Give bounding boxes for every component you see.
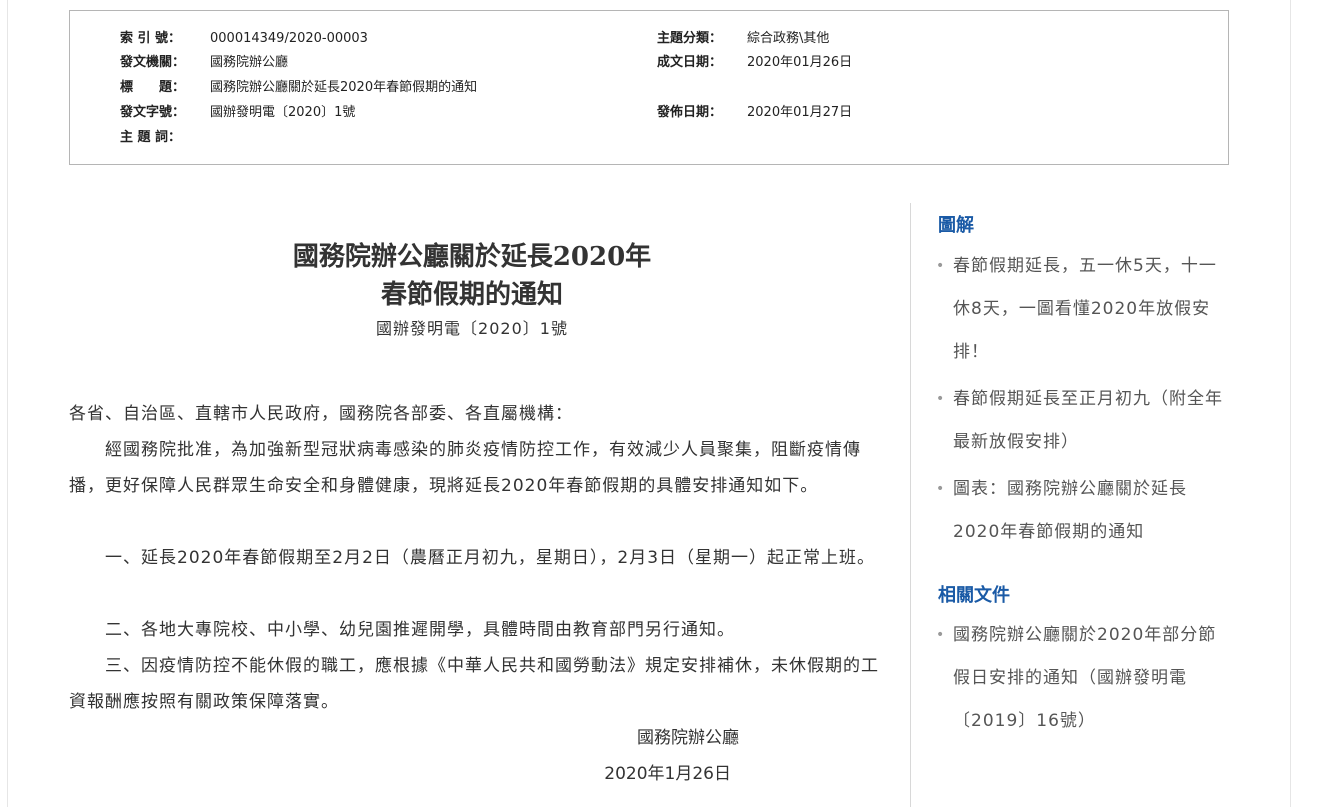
sidebar-link-label: 春節假期延長至正月初九（附全年最新放假安排） [953,389,1223,452]
sidebar-link-infographic-2[interactable]: • 春節假期延長至正月初九（附全年最新放假安排） [936,378,1228,464]
meta-label-written-date: 成文日期： [657,55,723,70]
meta-value-written-date: 2020年01月26日 [747,55,853,70]
article-doc-number: 國辦發明電〔2020〕1號 [376,319,568,338]
article-title-line-1: 國務院辦公廳關於延長2020年 [292,242,652,272]
document-metadata-box: 索 引 號： 000014349/2020-00003 發文機關： 國務院辦公廳 標… [69,10,1229,165]
salutation: 各省、自治區、直轄市人民政府，國務院各部委、各直屬機構： [69,404,573,424]
sidebar-heading-infographics: 圖解 [938,215,974,236]
sidebar-infographics-list: • 春節假期延長，五一休5天，十一休8天，一圖看懂2020年放假安排！ • 春節… [936,245,1228,558]
sidebar-link-label: 國務院辦公廳關於2020年部分節假日安排的通知（國辦發明電〔2019〕16號） [953,625,1217,731]
meta-row-index: 索 引 號： 000014349/2020-00003 [120,30,368,48]
sidebar-divider [910,203,911,807]
sidebar-link-infographic-1[interactable]: • 春節假期延長，五一休5天，十一休8天，一圖看懂2020年放假安排！ [936,245,1228,374]
meta-label-keywords: 主 題 詞： [120,130,182,145]
paragraph-1: 經國務院批准，為加強新型冠狀病毒感染的肺炎疫情防控工作，有效減少人員聚集，阻斷疫… [69,440,861,496]
article-title: 國務院辦公廳關於延長2020年 春節假期的通知 [69,238,875,314]
meta-row-title: 標 題： 國務院辦公廳關於延長2020年春節假期的通知 [120,79,477,97]
bullet-icon: • [936,627,946,643]
meta-value-published-date: 2020年01月27日 [747,105,853,120]
meta-label-index: 索 引 號： [120,31,182,46]
meta-row-category: 主題分類： 綜合政務\其他 [657,30,829,48]
bullet-icon: • [936,481,946,497]
sidebar-link-infographic-3[interactable]: • 圖表：國務院辦公廳關於延長2020年春節假期的通知 [936,468,1228,554]
sidebar-heading-related: 相關文件 [938,585,1010,606]
meta-row-published-date: 發佈日期： 2020年01月27日 [657,104,852,122]
meta-label-category: 主題分類： [657,31,723,46]
meta-row-issuer: 發文機關： 國務院辦公廳 [120,54,288,72]
bullet-icon: • [936,258,946,274]
article-title-line-2: 春節假期的通知 [380,280,563,310]
meta-value-title: 國務院辦公廳關於延長2020年春節假期的通知 [210,80,478,95]
sidebar-link-label: 圖表：國務院辦公廳關於延長2020年春節假期的通知 [953,479,1187,542]
meta-value-docno: 國辦發明電〔2020〕1號 [210,105,356,120]
sidebar-related-list: • 國務院辦公廳關於2020年部分節假日安排的通知（國辦發明電〔2019〕16號… [936,614,1228,747]
page-border-right [1290,0,1291,807]
meta-label-issuer: 發文機關： [120,55,186,70]
sidebar-link-related-1[interactable]: • 國務院辦公廳關於2020年部分節假日安排的通知（國辦發明電〔2019〕16號… [936,614,1228,743]
meta-label-published-date: 發佈日期： [657,105,723,120]
meta-row-docno: 發文字號： 國辦發明電〔2020〕1號 [120,104,355,122]
paragraph-4: 三、因疫情防控不能休假的職工，應根據《中華人民共和國勞動法》規定安排補休，未休假… [69,656,879,712]
meta-row-keywords: 主 題 詞： [120,129,210,147]
meta-label-title: 標 題： [120,80,186,95]
meta-value-issuer: 國務院辦公廳 [210,55,289,70]
signature: 國務院辦公廳 [637,728,739,748]
meta-row-written-date: 成文日期： 2020年01月26日 [657,54,852,72]
page-border-left [7,0,8,807]
paragraph-2: 一、延長2020年春節假期至2月2日（農曆正月初九，星期日），2月3日（星期一）… [105,548,876,568]
bullet-icon: • [936,391,946,407]
paragraph-3: 二、各地大專院校、中小學、幼兒園推遲開學，具體時間由教育部門另行通知。 [105,620,735,640]
sidebar-link-label: 春節假期延長，五一休5天，十一休8天，一圖看懂2020年放假安排！ [953,256,1217,362]
signature-date: 2020年1月26日 [604,764,731,784]
meta-value-index: 000014349/2020-00003 [210,31,368,46]
meta-label-docno: 發文字號： [120,105,186,120]
meta-value-category: 綜合政務\其他 [747,31,830,46]
